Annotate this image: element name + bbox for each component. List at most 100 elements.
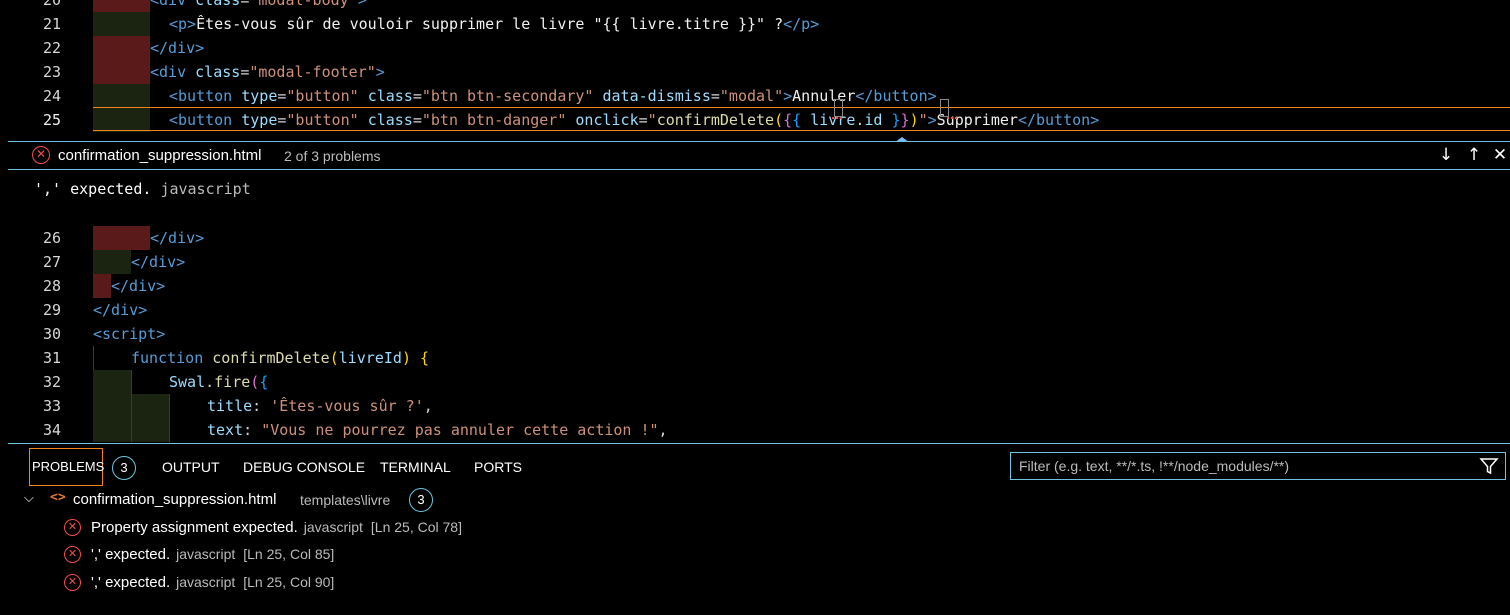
code-token: Swal <box>169 373 206 391</box>
code-line[interactable]: 23 <div class="modal-footer"> <box>0 60 1510 84</box>
code-text: <script> <box>93 322 165 346</box>
code-token: </button> <box>1017 111 1100 129</box>
code-text: </div> <box>111 274 165 298</box>
tab-terminal[interactable]: TERMINAL <box>380 459 451 475</box>
problem-row[interactable]: ✕ ',' expected. javascript [Ln 25, Col 85] <box>8 542 1510 568</box>
code-token: { <box>420 349 430 367</box>
code-line[interactable]: 27 </div> <box>0 250 1510 274</box>
code-token: . <box>205 373 215 391</box>
problem-text: ',' expected. <box>91 574 171 591</box>
code-text: </div> <box>150 36 204 60</box>
problem-location: [Ln 25, Col 78] <box>370 519 462 535</box>
line-number: 34 <box>42 421 61 439</box>
code-token: class <box>195 63 241 81</box>
code-token: 'Êtes-vous sûr ?' <box>270 397 424 415</box>
problem-source: javascript <box>303 519 363 535</box>
code-token: { <box>792 111 802 129</box>
code-token: type <box>241 111 278 129</box>
error-icon: ✕ <box>64 546 81 563</box>
tab-output[interactable]: OUTPUT <box>162 459 220 475</box>
code-token: "modal-body" <box>249 0 358 9</box>
code-token: <p> <box>169 15 197 33</box>
code-token: class <box>367 87 413 105</box>
problems-badge: 3 <box>112 456 136 480</box>
code-token: <div <box>150 0 196 9</box>
arrow-up-icon[interactable]: ↑ <box>1463 144 1485 166</box>
problem-file-path: templates\livre <box>300 492 391 508</box>
code-token: : <box>243 421 262 439</box>
code-token: > <box>783 87 793 105</box>
problem-row[interactable]: ✕ Property assignment expected. javascrip… <box>8 515 1510 541</box>
line-number: 24 <box>42 87 61 105</box>
tab-problems[interactable]: PROBLEMS <box>32 459 104 474</box>
code-line[interactable]: 32 Swal.fire({ <box>0 370 1510 394</box>
close-icon[interactable]: ✕ <box>1489 144 1510 166</box>
line-number: 31 <box>42 349 61 367</box>
tab-ports[interactable]: PORTS <box>474 459 522 475</box>
code-token: <div <box>150 63 196 81</box>
peek-file-name[interactable]: confirmation_suppression.html <box>58 147 261 164</box>
tab-debug-console[interactable]: DEBUG CONSOLE <box>243 459 365 475</box>
code-token: type <box>241 87 278 105</box>
editor-bottom[interactable]: 26 </div> 27 </div> 28 </div> 29 </div> 30 <scrip… <box>0 215 1510 443</box>
code-token: "modal-footer" <box>249 63 376 81</box>
code-token: " <box>918 111 928 129</box>
code-token: } <box>891 111 901 129</box>
bracket-match-box <box>834 99 843 117</box>
code-token: "btn btn-secondary" <box>421 87 603 105</box>
chevron-down-icon[interactable]: ⌵ <box>24 491 34 506</box>
code-line[interactable]: 34 text: "Vous ne pourrez pas annuler cet… <box>0 418 1510 442</box>
problem-source: javascript <box>176 574 236 590</box>
code-line[interactable]: 21 <p>Êtes-vous sûr de vouloir supprimer … <box>0 12 1510 36</box>
problem-text: ',' expected. <box>91 546 171 563</box>
code-text: </div> <box>93 298 147 322</box>
code-token: ( <box>329 349 339 367</box>
code-token: </div> <box>131 253 186 271</box>
line-number: 26 <box>42 229 61 247</box>
line-number: 27 <box>42 253 61 271</box>
code-token: ( <box>250 373 260 391</box>
code-line[interactable]: 33 title: 'Êtes-vous sûr ?', <box>0 394 1510 418</box>
error-icon: ✕ <box>64 519 81 536</box>
code-line[interactable]: 26 </div> <box>0 226 1510 250</box>
code-line[interactable]: 24 <button type="button" class="btn btn-s… <box>0 84 1510 108</box>
code-token: = <box>240 0 250 9</box>
code-token: function <box>131 349 213 367</box>
line-number: 30 <box>42 325 61 343</box>
code-line[interactable]: 25 <button type="button" class="btn btn-d… <box>0 108 1510 132</box>
editor-top[interactable]: 20 <div class="modal-body"> 21 <p>Êtes-vous… <box>0 0 1510 143</box>
filter-icon[interactable] <box>1479 456 1499 476</box>
problem-location: [Ln 25, Col 90] <box>243 574 335 590</box>
problem-location: [Ln 25, Col 85] <box>243 546 335 562</box>
code-text: function confirmDelete(livreId) { <box>131 346 429 370</box>
problem-message: ',' expected. javascript [Ln 25, Col 90] <box>91 574 334 591</box>
peek-header: ✕ confirmation_suppression.html 2 of 3 p… <box>8 142 1510 170</box>
peek-error-widget: ✕ confirmation_suppression.html 2 of 3 p… <box>8 141 1510 216</box>
code-line[interactable]: 28 </div> <box>0 274 1510 298</box>
problem-row[interactable]: ✕ ',' expected. javascript [Ln 25, Col 90] <box>8 570 1510 596</box>
peek-message: ',' expected. javascript <box>34 180 251 198</box>
problem-file-row[interactable]: ⌵ <> confirmation_suppression.html templ… <box>8 487 1510 513</box>
code-token: > <box>927 111 937 129</box>
code-token: "button" <box>286 87 368 105</box>
error-icon: ✕ <box>64 574 81 591</box>
problem-message: Property assignment expected. javascript [… <box>91 519 462 536</box>
code-token: fire <box>214 373 251 391</box>
code-token: text <box>207 421 244 439</box>
code-token: Annuler <box>792 87 856 105</box>
code-line[interactable]: 31 function confirmDelete(livreId) { <box>0 346 1510 370</box>
code-text: <div class="modal-body"> <box>150 0 367 12</box>
arrow-down-icon[interactable]: ↓ <box>1435 144 1457 166</box>
code-line[interactable]: 20 <div class="modal-body"> <box>0 0 1510 12</box>
code-line[interactable]: 29 </div> <box>0 298 1510 322</box>
code-token: onclick <box>575 111 639 129</box>
code-line[interactable]: 30 <script> <box>0 322 1510 346</box>
error-icon: ✕ <box>32 146 50 164</box>
code-line[interactable]: 22 </div> <box>0 36 1510 60</box>
filter-input[interactable]: Filter (e.g. text, **/*.ts, !**/node_mod… <box>1010 452 1506 480</box>
code-token: = <box>412 111 422 129</box>
code-token: livre <box>810 111 856 129</box>
line-number: 29 <box>42 301 61 319</box>
code-token: "button" <box>286 111 368 129</box>
